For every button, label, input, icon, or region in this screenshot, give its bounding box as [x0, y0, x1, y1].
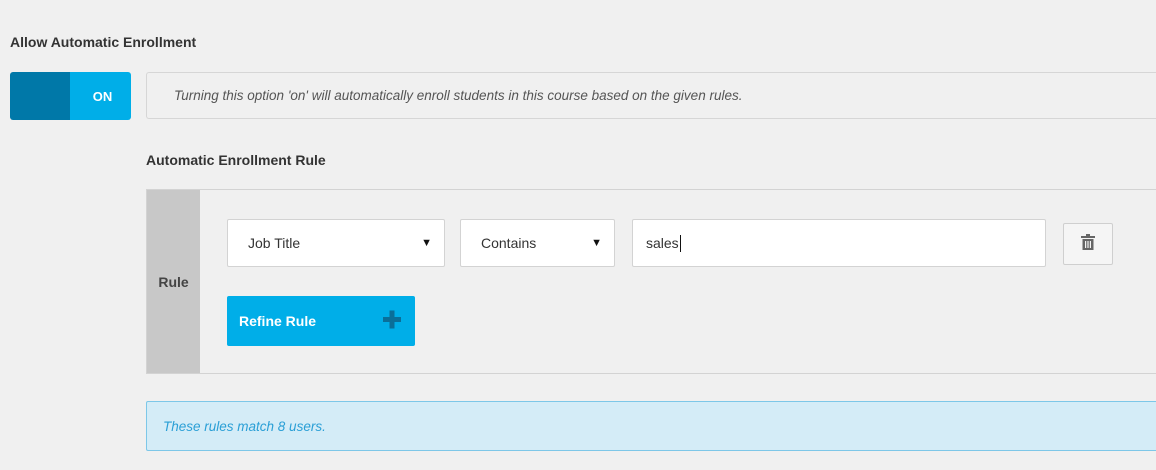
rule-label: Rule: [147, 190, 200, 373]
match-count-text: These rules match 8 users.: [163, 418, 326, 434]
toggle-help-text: Turning this option 'on' will automatica…: [146, 72, 1156, 119]
enrollment-settings-page: Allow Automatic Enrollment ON Turning th…: [0, 0, 1156, 470]
delete-rule-button[interactable]: [1063, 223, 1113, 265]
trash-icon: [1081, 233, 1095, 255]
auto-enroll-toggle[interactable]: ON: [10, 72, 131, 120]
operator-select[interactable]: Contains ▼: [460, 219, 615, 267]
operator-select-value: Contains: [481, 235, 537, 251]
rule-panel: Rule Job Title ▼ Contains ▼ sales Refine…: [146, 189, 1156, 374]
field-select-value: Job Title: [248, 235, 301, 251]
chevron-down-icon: ▼: [591, 237, 602, 249]
field-select[interactable]: Job Title ▼: [227, 219, 445, 267]
rule-value-text: sales: [646, 235, 679, 251]
rule-value-input[interactable]: sales: [632, 219, 1046, 267]
rule-heading: Automatic Enrollment Rule: [146, 152, 326, 168]
section-title: Allow Automatic Enrollment: [10, 34, 197, 50]
chevron-down-icon: ▼: [421, 237, 432, 249]
toggle-state-label: ON: [70, 72, 131, 120]
refine-rule-label: Refine Rule: [239, 313, 317, 329]
help-text: Turning this option 'on' will automatica…: [174, 88, 743, 103]
toggle-knob[interactable]: [10, 72, 70, 120]
text-cursor: [679, 234, 681, 252]
rule-match-info: These rules match 8 users.: [146, 401, 1156, 451]
refine-rule-button[interactable]: Refine Rule: [227, 296, 415, 346]
plus-icon: [383, 310, 401, 332]
